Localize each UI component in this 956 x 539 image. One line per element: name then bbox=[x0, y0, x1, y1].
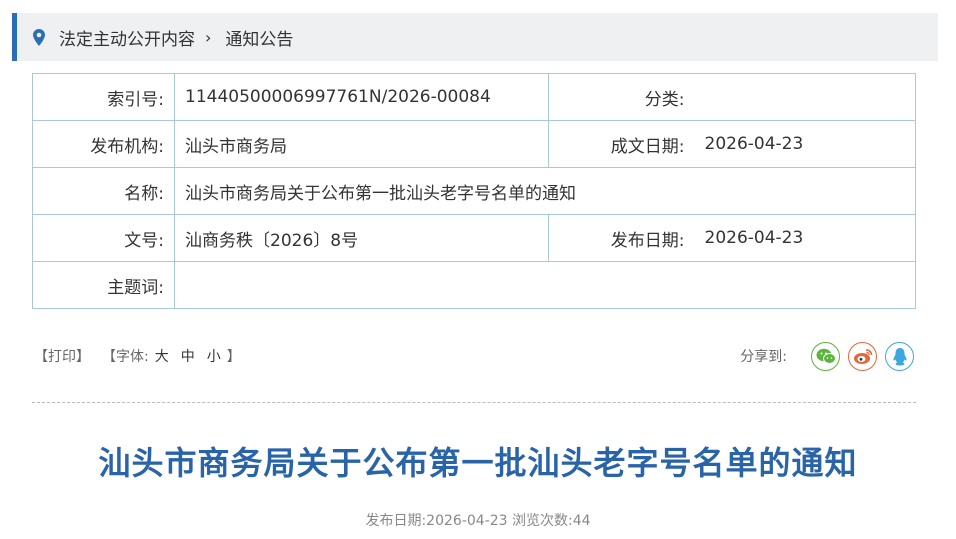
org-value: 汕头市商务局 bbox=[174, 120, 549, 168]
font-size-small-button[interactable]: 小 bbox=[207, 346, 221, 366]
table-row: 主题词: bbox=[32, 261, 916, 309]
org-label: 发布机构: bbox=[32, 120, 175, 168]
name-label: 名称: bbox=[32, 167, 175, 215]
doc-number-value: 汕商务秩〔2026〕8号 bbox=[174, 214, 549, 262]
font-size-suffix: 】 bbox=[226, 349, 241, 365]
article-toolbar: 【打印】 【字体: 大 中 小 】 分享到: bbox=[34, 336, 914, 376]
divider bbox=[32, 402, 916, 403]
article-info: 发布日期:2026-04-23 浏览次数:44 bbox=[365, 513, 591, 529]
wechat-icon[interactable] bbox=[811, 341, 840, 371]
font-size-prefix: 【字体: bbox=[102, 349, 149, 365]
created-date-label: 成文日期: bbox=[548, 120, 699, 168]
article-title: 汕头市商务局关于公布第一批汕头老字号名单的通知 bbox=[98, 444, 858, 482]
table-row: 文号: 汕商务秩〔2026〕8号 发布日期: 2026-04-23 bbox=[32, 214, 916, 262]
category-value bbox=[698, 73, 916, 121]
publish-date-label: 发布日期: bbox=[548, 214, 699, 262]
print-button[interactable]: 【打印】 bbox=[34, 346, 90, 366]
name-value: 汕头市商务局关于公布第一批汕头老字号名单的通知 bbox=[174, 167, 916, 215]
qq-icon[interactable] bbox=[885, 341, 914, 371]
category-label: 分类: bbox=[548, 73, 699, 121]
location-pin-icon bbox=[33, 28, 47, 46]
keywords-label: 主题词: bbox=[32, 261, 175, 309]
font-size-large-button[interactable]: 大 bbox=[155, 346, 169, 366]
font-size-medium-button[interactable]: 中 bbox=[181, 346, 195, 366]
created-date-value: 2026-04-23 bbox=[698, 120, 916, 168]
index-value: 11440500006997761N/2026-00084 bbox=[174, 73, 549, 121]
breadcrumb-link-public-content[interactable]: 法定主动公开内容 bbox=[59, 25, 195, 50]
index-label: 索引号: bbox=[32, 73, 175, 121]
table-row: 名称: 汕头市商务局关于公布第一批汕头老字号名单的通知 bbox=[32, 167, 916, 215]
table-row: 索引号: 11440500006997761N/2026-00084 分类: bbox=[32, 73, 916, 121]
weibo-icon[interactable] bbox=[848, 341, 877, 371]
table-row: 发布机构: 汕头市商务局 成文日期: 2026-04-23 bbox=[32, 120, 916, 168]
document-meta-table: 索引号: 11440500006997761N/2026-00084 分类: 发… bbox=[32, 73, 916, 309]
breadcrumb-link-notices[interactable]: 通知公告 bbox=[225, 25, 293, 50]
publish-date-value: 2026-04-23 bbox=[698, 214, 916, 262]
keywords-value bbox=[174, 261, 916, 309]
breadcrumb: 法定主动公开内容 › 通知公告 bbox=[12, 13, 938, 61]
share-bar: 分享到: bbox=[740, 341, 914, 371]
doc-number-label: 文号: bbox=[32, 214, 175, 262]
chevron-right-icon: › bbox=[205, 27, 212, 47]
share-label: 分享到: bbox=[740, 349, 787, 365]
